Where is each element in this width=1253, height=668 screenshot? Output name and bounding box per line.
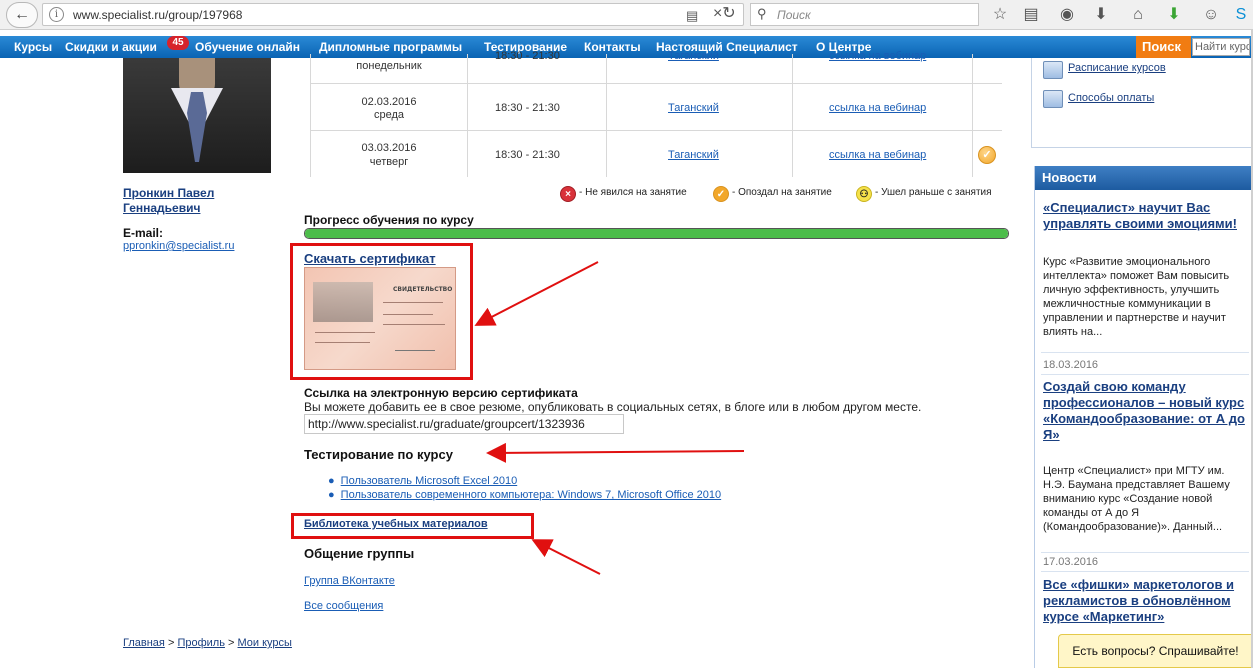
left-early-icon: ⚇ xyxy=(856,186,872,202)
progress-bar xyxy=(304,228,1009,239)
news-text: Центр «Специалист» при МГТУ им. Н.Э. Бау… xyxy=(1043,465,1230,533)
table-row: 03.03.2016 четверг 18:30 - 21:30 Таганск… xyxy=(310,130,1002,177)
group-chat-title: Общение группы xyxy=(304,546,415,561)
breadcrumb: Главная > Профиль > Мои курсы xyxy=(123,637,292,649)
breadcrumb-separator: > xyxy=(167,637,175,649)
row-place-link[interactable]: Таганский xyxy=(668,50,719,62)
row-webinar-link[interactable]: ссылка на вебинар xyxy=(829,102,926,114)
list-item[interactable]: ● Пользователь современного компьютера: W… xyxy=(328,489,721,501)
breadcrumb-courses[interactable]: Мои курсы xyxy=(238,637,292,649)
download-certificate-link[interactable]: Скачать сертификат xyxy=(304,251,436,266)
nav-discounts[interactable]: Скидки и акции xyxy=(65,40,157,54)
payment-link[interactable]: Способы оплаты xyxy=(1068,92,1154,104)
email-link[interactable]: ppronkin@specialist.ru xyxy=(123,240,234,252)
table-row: понедельник 18:30 - 21:30 Таганский ссыл… xyxy=(310,50,1002,83)
row-weekday: среда xyxy=(373,109,405,121)
search-placeholder: Поиск xyxy=(777,8,811,22)
calendar-icon xyxy=(1043,61,1063,79)
address-bar[interactable]: i www.specialist.ru/group/197968 ▤ × xyxy=(42,3,744,26)
news-title-link[interactable]: Все «фишки» маркетологов и рекламистов в… xyxy=(1043,577,1248,625)
browser-toolbar: ← i www.specialist.ru/group/197968 ▤ × ↻… xyxy=(0,0,1253,30)
search-icon: ⚲ xyxy=(757,6,767,21)
row-webinar-link[interactable]: ссылка на вебинар xyxy=(829,149,926,161)
vk-group-link[interactable]: Группа ВКонтакте xyxy=(304,575,395,587)
wallet-icon xyxy=(1043,90,1063,108)
arrow-to-library xyxy=(531,539,601,575)
nav-courses[interactable]: Курсы xyxy=(14,40,52,54)
progress-fill xyxy=(305,229,1008,238)
news-title-link[interactable]: Создай свою команду профессионалов – нов… xyxy=(1043,379,1248,443)
discount-count-badge: 45 xyxy=(167,36,189,50)
cert-link-field[interactable]: http://www.specialist.ru/graduate/groupc… xyxy=(304,414,624,434)
arrow-to-testing xyxy=(486,442,745,463)
schedule-link[interactable]: Расписание курсов xyxy=(1068,62,1166,74)
skype-icon[interactable]: S xyxy=(1230,4,1252,26)
table-row: 02.03.2016 среда 18:30 - 21:30 Таганский… xyxy=(310,83,1002,130)
breadcrumb-profile[interactable]: Профиль xyxy=(177,637,225,649)
info-icon[interactable]: i xyxy=(49,7,64,22)
email-label: E-mail: xyxy=(123,226,164,240)
nav-contacts[interactable]: Контакты xyxy=(584,40,641,54)
profile-name-link[interactable]: Пронкин Павел Геннадьевич xyxy=(123,186,273,216)
home-icon[interactable]: ⌂ xyxy=(1127,4,1149,26)
back-button[interactable]: ← xyxy=(6,2,38,28)
pocket-icon[interactable]: ◉ xyxy=(1056,4,1078,26)
row-date: 03.03.2016 xyxy=(361,142,417,154)
reader-view-icon[interactable]: ▤ xyxy=(686,8,698,24)
chat-icon[interactable]: ☺ xyxy=(1200,4,1222,26)
library-link[interactable]: Библиотека учебных материалов xyxy=(304,518,488,530)
row-time: 18:30 - 21:30 xyxy=(495,149,560,161)
row-webinar-link[interactable]: ссылка на вебинар xyxy=(829,50,926,62)
row-weekday: понедельник xyxy=(356,60,422,72)
url-text: www.specialist.ru/group/197968 xyxy=(73,8,243,22)
all-messages-link[interactable]: Все сообщения xyxy=(304,600,383,612)
row-date: 02.03.2016 xyxy=(361,96,417,108)
legend-late: - Опоздал на занятие xyxy=(732,187,832,198)
green-download-icon[interactable]: ⬇ xyxy=(1163,4,1185,26)
breadcrumb-separator: > xyxy=(228,637,235,649)
testing-title: Тестирование по курсу xyxy=(304,447,453,462)
news-panel: Новости «Специалист» научит Вас управлят… xyxy=(1034,166,1251,668)
building-image xyxy=(313,282,373,322)
news-date: 17.03.2016 xyxy=(1043,556,1099,568)
profile-photo xyxy=(123,58,271,173)
nav-diploma[interactable]: Дипломные программы xyxy=(319,40,462,54)
absent-icon: × xyxy=(560,186,576,202)
site-search-label: Поиск xyxy=(1136,36,1191,58)
news-text: Курс «Развитие эмоционального интеллекта… xyxy=(1043,256,1230,338)
row-place-link[interactable]: Таганский xyxy=(668,102,719,114)
news-title-link[interactable]: «Специалист» научит Вас управлять своими… xyxy=(1043,200,1248,232)
bookmark-star-icon[interactable]: ☆ xyxy=(989,4,1011,26)
breadcrumb-home[interactable]: Главная xyxy=(123,637,165,649)
row-place-link[interactable]: Таганский xyxy=(668,149,719,161)
cert-link-title: Ссылка на электронную версию сертификата xyxy=(304,386,578,400)
progress-title: Прогресс обучения по курсу xyxy=(304,213,474,227)
test-link[interactable]: Пользователь Microsoft Excel 2010 xyxy=(341,475,518,487)
download-icon[interactable]: ⬇ xyxy=(1090,4,1112,26)
bookmarks-list-icon[interactable]: ▤ xyxy=(1020,4,1042,26)
news-header: Новости xyxy=(1035,166,1251,190)
browser-search-input[interactable]: ⚲ Поиск xyxy=(750,3,979,26)
row-time: 18:30 - 21:30 xyxy=(495,102,560,114)
arrow-to-certificate xyxy=(474,261,599,326)
help-chat-button[interactable]: Есть вопросы? Спрашивайте! xyxy=(1058,634,1253,668)
row-time: 18:30 - 21:30 xyxy=(495,50,560,62)
cert-link-description: Вы можете добавить ее в свое резюме, опу… xyxy=(304,400,922,414)
legend-absent: - Не явился на занятие xyxy=(579,187,687,198)
back-arrow-icon: ← xyxy=(14,6,30,23)
legend-left-early: - Ушел раньше с занятия xyxy=(875,187,992,198)
certificate-heading: СВИДЕТЕЛЬСТВО xyxy=(393,286,453,293)
late-icon: ✓ xyxy=(713,186,729,202)
test-link[interactable]: Пользователь современного компьютера: Wi… xyxy=(341,489,721,501)
nav-online[interactable]: Обучение онлайн xyxy=(195,40,300,54)
site-search-input[interactable]: Найти курс xyxy=(1192,38,1250,56)
news-date: 18.03.2016 xyxy=(1043,359,1099,371)
certificate-thumbnail[interactable]: СВИДЕТЕЛЬСТВО xyxy=(304,267,456,370)
row-weekday: четверг xyxy=(369,156,409,168)
reload-icon[interactable]: ↻ xyxy=(717,3,741,26)
list-item[interactable]: ● Пользователь Microsoft Excel 2010 xyxy=(328,475,517,487)
late-status-icon: ✓ xyxy=(978,146,996,164)
